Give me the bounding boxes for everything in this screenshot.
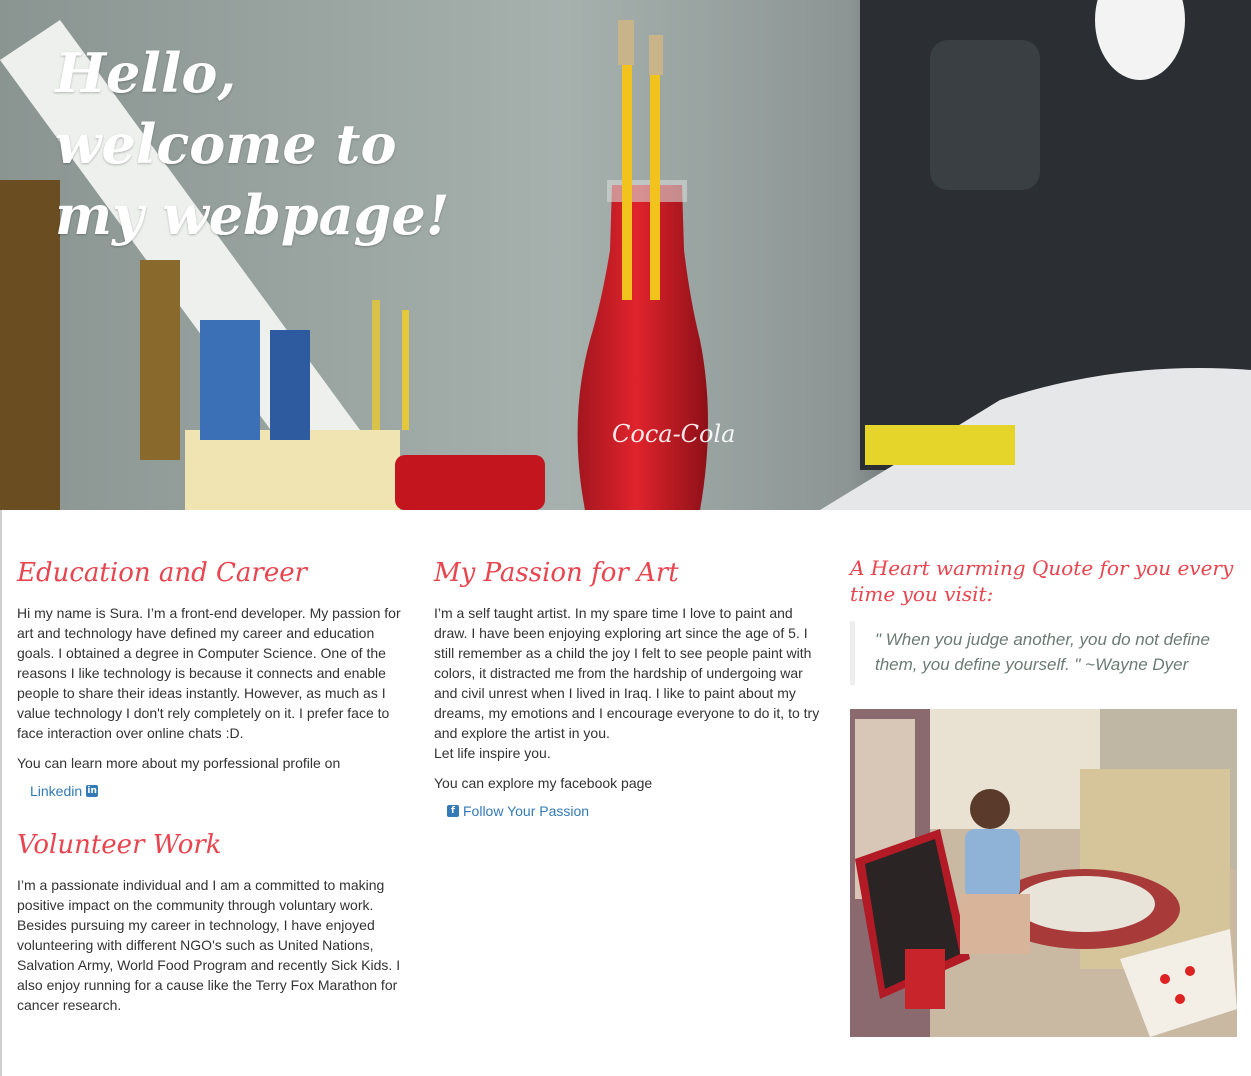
hero-title-line-2: welcome to [55,112,397,176]
hero-banner: Coca-Cola Hello, welcome to my webpage! [0,0,1251,510]
profile-text: You can learn more about my porfessional… [17,755,341,771]
art-paragraph-text: I’m a self taught artist. In my spare ti… [434,605,820,741]
quote-column: A Heart warming Quote for you every time… [850,555,1237,1037]
facebook-text: You can explore my facebook page [434,775,653,791]
hero-title-line-1: Hello, [55,41,237,105]
cafe-photo [850,709,1237,1037]
quote-block: " When you judge another, you do not def… [850,621,1235,685]
volunteer-heading: Volunteer Work [17,830,222,860]
facebook-link[interactable]: f Follow Your Passion [447,801,589,821]
linkedin-link[interactable]: Linkedin in [30,781,99,801]
linkedin-icon: in [86,785,99,797]
education-heading: Education and Career [17,558,308,588]
art-paragraph: I’m a self taught artist. In my spare ti… [434,603,826,763]
art-heading: My Passion for Art [434,558,679,588]
facebook-link-label: Follow Your Passion [463,803,590,819]
hero-title: Hello, welcome to my webpage! [55,38,475,251]
quote-heading: A Heart warming Quote for you every time… [850,556,1234,606]
facebook-icon: f [447,805,459,817]
hero-title-line-3: my webpage! [55,183,450,247]
education-volunteer-column: Education and Career Hi my name is Sura.… [17,555,409,1015]
cafe-photo-image [850,709,1237,1037]
art-inspire-text: Let life inspire you. [434,745,551,761]
education-paragraph: Hi my name is Sura. I’m a front-end deve… [17,605,401,741]
linkedin-link-label: Linkedin [30,783,83,799]
volunteer-paragraph: I’m a passionate individual and I am a c… [17,877,401,1013]
svg-text:Coca-Cola: Coca-Cola [612,420,735,448]
art-column: My Passion for Art I’m a self taught art… [434,555,826,821]
